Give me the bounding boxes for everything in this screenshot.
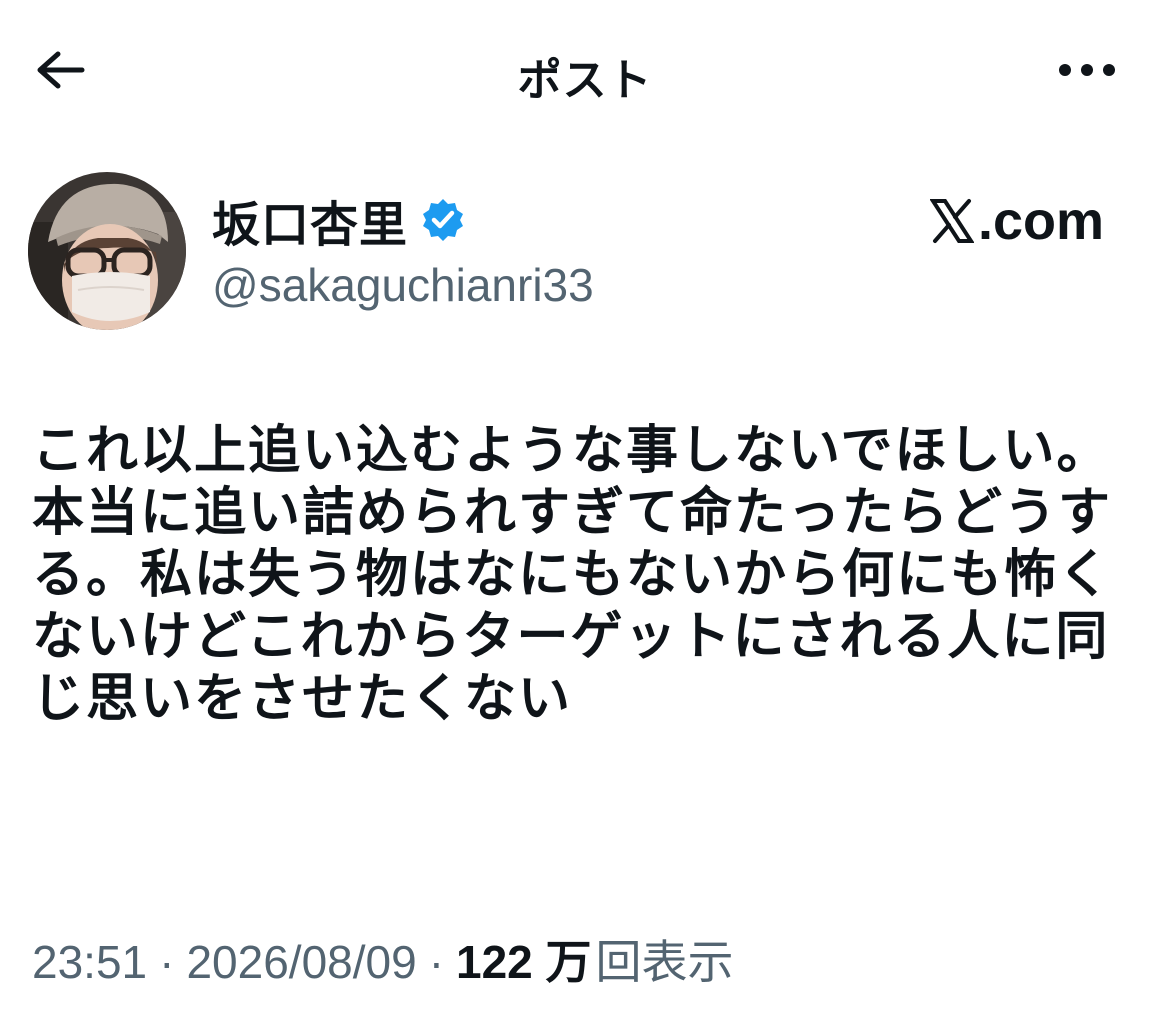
separator-dot: ·: [428, 936, 445, 988]
author-display-name[interactable]: 坂口杏里: [212, 185, 408, 255]
brand-watermark: .com: [929, 190, 1104, 252]
author-name-row: 坂口杏里: [212, 190, 466, 252]
separator-dot: ·: [159, 936, 175, 988]
post-date[interactable]: 2026/08/09: [186, 935, 416, 989]
post-text: これ以上追い込むような事しないでほしい。本当に追い詰められすぎて命たったらどうす…: [32, 422, 1113, 728]
post-time[interactable]: 23:51: [32, 935, 147, 989]
more-button[interactable]: [1052, 50, 1122, 90]
brand-domain-suffix: .com: [977, 191, 1104, 251]
top-bar: ポスト: [0, 0, 1170, 140]
verified-badge-icon: [423, 199, 464, 241]
profile-photo: [28, 172, 186, 330]
author-handle[interactable]: @sakaguchianri33: [212, 258, 594, 312]
page-title: ポスト: [517, 56, 653, 105]
post-metadata: 23:51 · 2026/08/09 · 122 万 回表示: [32, 926, 734, 992]
avatar[interactable]: [28, 172, 186, 330]
more-horizontal-icon: [1059, 64, 1115, 76]
view-count[interactable]: 122 万: [456, 926, 592, 992]
x-logo-icon: [929, 199, 974, 243]
view-count-label: 回表示: [595, 936, 734, 988]
